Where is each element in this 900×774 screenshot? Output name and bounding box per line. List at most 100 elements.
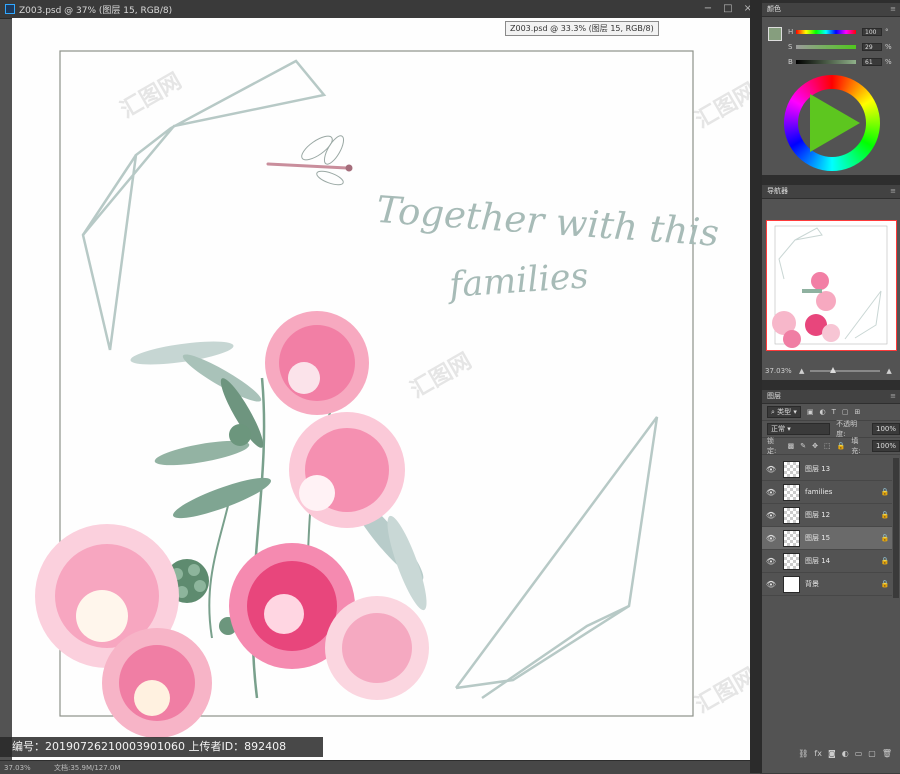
layer-row[interactable]: 👁 图层 15 🔒 (762, 527, 892, 550)
navigator-thumbnail-svg (772, 225, 888, 348)
navigator-zoom-value[interactable]: 37.03% (762, 367, 792, 375)
color-wheel[interactable] (784, 75, 880, 171)
lock-fill-row: 锁定: ▩ ✎ ✥ ⬚ 🔒 填充: 100% (762, 437, 900, 455)
document-title: Z003.psd @ 37% (图层 15, RGB/8) (19, 5, 173, 16)
saturation-row: S 29 % (788, 42, 892, 51)
layer-thumbnail (783, 552, 800, 570)
layer-thumbnail (783, 506, 800, 524)
link-layers-icon[interactable]: ⛓ (798, 749, 808, 758)
status-bar: 37.03% 文档:35.9M/127.0M (0, 760, 760, 774)
lock-label: 锁定: (767, 437, 777, 455)
new-group-icon[interactable]: ▭ (855, 749, 863, 758)
layers-bottom-toolbar: ⛓ fx ◙ ◐ ▭ ▢ 🗑 (762, 745, 900, 761)
layer-name[interactable]: 图层 13 (805, 464, 878, 474)
color-panel: 颜色 ≡ H 100 ° S 29 % B 61 % (762, 3, 900, 175)
fill-field[interactable]: 100% (871, 440, 900, 452)
layer-lock-icon: 🔒 (880, 511, 890, 519)
right-panel-dock: 颜色 ≡ H 100 ° S 29 % B 61 % 导航器 ≡ 37.03% … (762, 0, 900, 773)
layer-name[interactable]: 图层 12 (805, 510, 878, 520)
color-panel-tab[interactable]: 颜色 (762, 3, 900, 17)
lock-all-icon[interactable]: 🔒 (837, 442, 846, 450)
filter-type-icon[interactable]: T (832, 408, 836, 416)
layer-thumbnail (783, 529, 800, 547)
photoshop-doc-icon (5, 4, 15, 14)
document-window: Z003.psd @ 37% (图层 15, RGB/8) − □ × Z003… (0, 0, 760, 774)
foreground-color-swatch[interactable] (768, 27, 782, 41)
new-layer-icon[interactable]: ▢ (868, 749, 876, 758)
lock-paint-icon[interactable]: ✎ (800, 442, 806, 450)
layer-row[interactable]: 👁 图层 13 (762, 458, 892, 481)
layer-row[interactable]: 👁 图层 14 🔒 (762, 550, 892, 573)
layer-name[interactable]: 背景 (805, 579, 878, 589)
panel-menu-icon[interactable]: ≡ (890, 185, 896, 198)
blend-mode-select[interactable]: 正常 ▾ (767, 423, 831, 435)
navigator-zoom-slider[interactable] (810, 366, 881, 373)
layer-lock-icon: 🔒 (880, 557, 890, 565)
brightness-value[interactable]: 61 (862, 57, 882, 66)
layer-name[interactable]: 图层 15 (805, 533, 878, 543)
delete-layer-icon[interactable]: 🗑 (882, 749, 892, 758)
filter-shape-icon[interactable]: ▢ (842, 408, 849, 416)
layer-thumbnail (783, 460, 800, 478)
filter-smart-icon[interactable]: ⊞ (855, 408, 861, 416)
hue-value[interactable]: 100 (862, 27, 882, 36)
color-triangle[interactable] (810, 94, 860, 152)
navigator-preview[interactable] (766, 220, 897, 351)
navigator-panel-tab[interactable]: 导航器 (762, 185, 900, 199)
layers-panel: 图层 ≡ ⌕ 类型 ▾ ▣ ◐ T ▢ ⊞ 正常 ▾ 不透明度: 100% 锁定… (762, 390, 900, 773)
filter-adjustment-icon[interactable]: ◐ (820, 408, 826, 416)
panel-menu-icon[interactable]: ≡ (890, 3, 896, 16)
layer-thumbnail (783, 575, 800, 593)
document-tab[interactable]: Z003.psd @ 37% (图层 15, RGB/8) − □ × (0, 0, 760, 19)
layer-row[interactable]: 👁 families 🔒 (762, 481, 892, 504)
document-canvas[interactable]: Together with this families 汇图网 汇图网 汇图网 … (12, 18, 750, 760)
layer-style-icon[interactable]: fx (814, 749, 822, 758)
layers-panel-tab[interactable]: 图层 (762, 390, 900, 404)
layer-row[interactable]: 👁 背景 🔒 (762, 573, 892, 596)
status-zoom[interactable]: 37.03% (0, 764, 54, 772)
layers-scrollbar[interactable] (893, 458, 899, 598)
visibility-eye-icon[interactable]: 👁 (762, 580, 780, 589)
minimize-icon[interactable]: − (704, 0, 712, 18)
navigator-panel: 导航器 ≡ 37.03% ▲ ▲ (762, 185, 900, 380)
saturation-slider[interactable] (796, 44, 856, 49)
panel-menu-icon[interactable]: ≡ (890, 390, 896, 403)
adjustment-layer-icon[interactable]: ◐ (842, 749, 849, 758)
visibility-eye-icon[interactable]: 👁 (762, 488, 780, 497)
layer-filter-select[interactable]: ⌕ 类型 ▾ (767, 406, 801, 418)
layer-row[interactable]: 👁 图层 12 🔒 (762, 504, 892, 527)
layer-lock-icon: 🔒 (880, 488, 890, 496)
layer-name[interactable]: families (805, 488, 878, 496)
hue-row: H 100 ° (788, 27, 889, 36)
layer-name[interactable]: 图层 14 (805, 556, 878, 566)
artwork-svg (35, 50, 694, 738)
visibility-eye-icon[interactable]: 👁 (762, 534, 780, 543)
lock-artboard-icon[interactable]: ⬚ (824, 442, 831, 450)
zoom-out-icon[interactable]: ▲ (799, 367, 804, 375)
brightness-row: B 61 % (788, 57, 892, 66)
visibility-eye-icon[interactable]: 👁 (762, 511, 780, 520)
layer-lock-icon: 🔒 (880, 534, 890, 542)
layer-filter-row: ⌕ 类型 ▾ ▣ ◐ T ▢ ⊞ (762, 404, 900, 421)
fill-label: 填充: (851, 437, 861, 455)
zoom-in-icon[interactable]: ▲ (886, 367, 891, 375)
window-controls: − □ × (704, 0, 752, 18)
hue-slider[interactable] (796, 29, 856, 34)
brightness-slider[interactable] (796, 59, 856, 64)
navigator-zoom-row: 37.03% ▲ ▲ (762, 365, 900, 376)
document-tooltip: Z003.psd @ 33.3% (图层 15, RGB/8) (505, 21, 659, 36)
lock-move-icon[interactable]: ✥ (812, 442, 818, 450)
layer-mask-icon[interactable]: ◙ (828, 749, 836, 758)
maximize-icon[interactable]: □ (723, 0, 732, 18)
visibility-eye-icon[interactable]: 👁 (762, 465, 780, 474)
saturation-value[interactable]: 29 (862, 42, 882, 51)
panel-dock-strip (750, 0, 762, 773)
dragonfly-illustration (266, 135, 353, 186)
status-doc-size[interactable]: 文档:35.9M/127.0M (54, 763, 760, 773)
opacity-field[interactable]: 100% (871, 423, 900, 435)
layer-lock-icon: 🔒 (880, 580, 890, 588)
layer-thumbnail (783, 483, 800, 501)
visibility-eye-icon[interactable]: 👁 (762, 557, 780, 566)
filter-pixel-icon[interactable]: ▣ (807, 408, 814, 416)
lock-transparent-icon[interactable]: ▩ (788, 442, 795, 450)
